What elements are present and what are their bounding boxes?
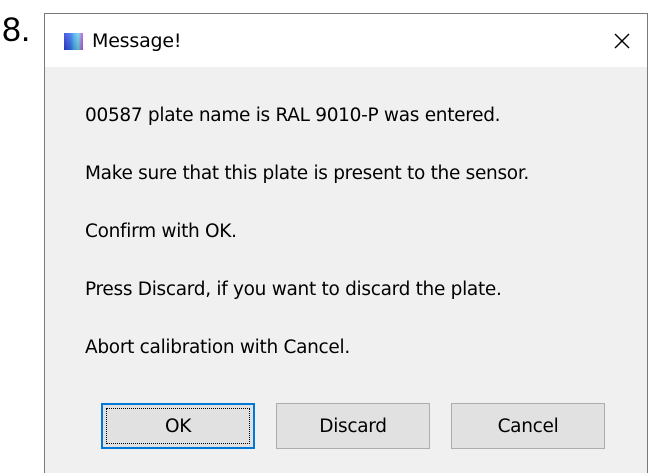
page: 8. Message! 00587 plate name is RAL 9010…: [0, 0, 650, 473]
message-line-confirm: Confirm with OK.: [85, 221, 237, 242]
discard-button-label: Discard: [319, 415, 387, 437]
message-line-plate-name: 00587 plate name is RAL 9010-P was enter…: [85, 105, 501, 126]
close-button[interactable]: [597, 14, 647, 67]
ok-button-label: OK: [164, 415, 192, 437]
message-line-plate-present: Make sure that this plate is present to …: [85, 163, 530, 184]
close-icon: [614, 33, 630, 48]
dialog-title: Message!: [92, 30, 182, 52]
cancel-button-label: Cancel: [497, 415, 559, 437]
ok-button[interactable]: OK: [101, 403, 255, 449]
message-dialog: Message! 00587 plate name is RAL 9010-P …: [44, 13, 648, 473]
dialog-titlebar[interactable]: Message!: [45, 14, 647, 67]
discard-button[interactable]: Discard: [276, 403, 430, 449]
app-icon: [64, 33, 83, 50]
message-line-abort: Abort calibration with Cancel.: [85, 337, 350, 358]
step-number: 8.: [2, 11, 31, 49]
message-line-discard: Press Discard, if you want to discard th…: [85, 279, 502, 300]
cancel-button[interactable]: Cancel: [451, 403, 605, 449]
